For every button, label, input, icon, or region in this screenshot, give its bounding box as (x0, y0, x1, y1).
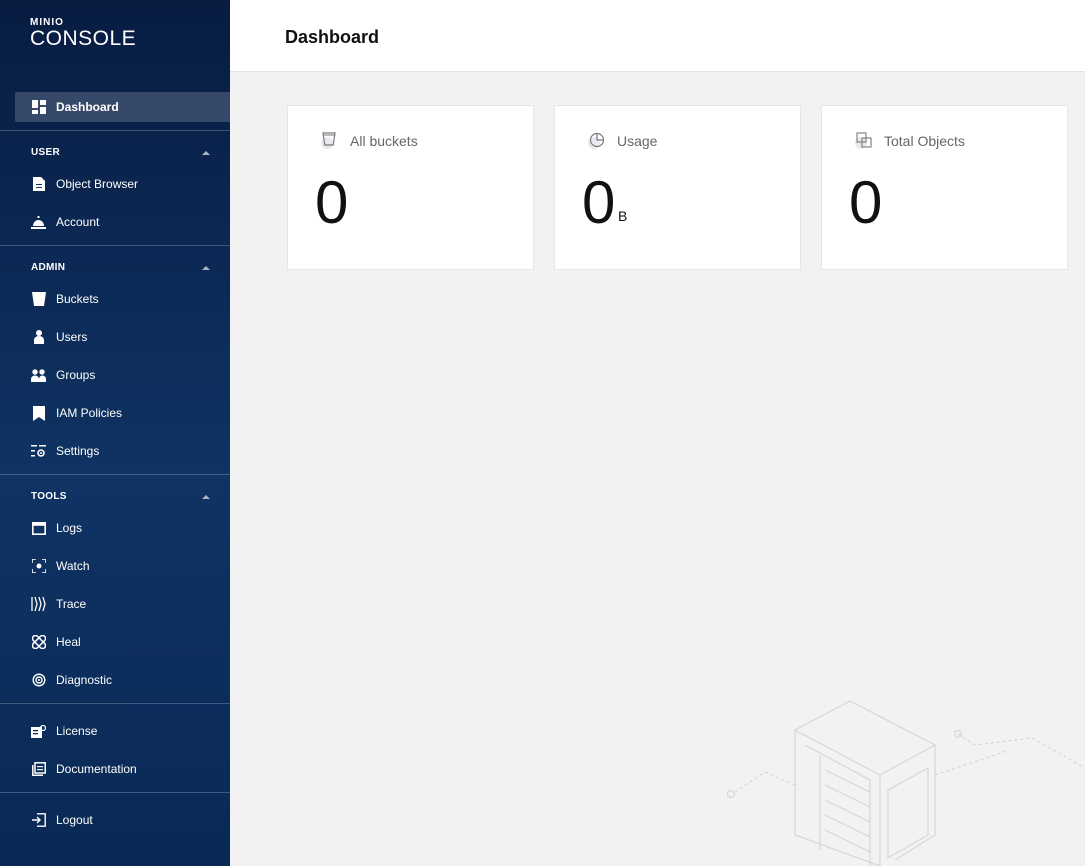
stat-card-total-objects: Total Objects 0 (821, 105, 1068, 270)
divider (0, 130, 230, 131)
section-title-tools: TOOLS (31, 491, 67, 502)
sidebar-item-label: Logs (56, 521, 83, 535)
collapse-caret-icon[interactable] (202, 266, 210, 270)
logo-product: CONSOLE (30, 27, 137, 50)
objects-icon (854, 130, 874, 150)
trace-icon (31, 597, 46, 612)
user-icon (31, 330, 46, 345)
radar-icon (31, 673, 46, 688)
sidebar: MINIO CONSOLE Dashboard USER Object Brow… (0, 0, 230, 866)
sidebar-item-label: Groups (56, 368, 96, 382)
bucket-icon (320, 130, 340, 150)
sidebar-item-label: Settings (56, 444, 100, 458)
card-label: Usage (617, 133, 658, 149)
divider (0, 474, 230, 475)
sidebar-item-trace[interactable]: Trace (0, 589, 230, 619)
logo[interactable]: MINIO CONSOLE (30, 18, 136, 50)
sidebar-item-iam-policies[interactable]: IAM Policies (0, 398, 230, 428)
sidebar-item-label: Object Browser (56, 177, 139, 191)
dashboard-icon (31, 100, 46, 115)
license-icon (31, 724, 46, 739)
stat-card-all-buckets: All buckets 0 (287, 105, 534, 270)
sidebar-item-label: Dashboard (56, 100, 119, 114)
card-label: Total Objects (884, 133, 965, 149)
card-label: All buckets (350, 133, 418, 149)
bandage-icon (31, 635, 46, 650)
sidebar-item-logout[interactable]: Logout (0, 805, 230, 835)
stat-card-usage: Usage 0 B (554, 105, 801, 270)
sidebar-item-label: Documentation (56, 762, 137, 776)
sidebar-item-label: Buckets (56, 292, 99, 306)
collapse-caret-icon[interactable] (202, 151, 210, 155)
card-value: 0 (315, 169, 349, 236)
sidebar-item-dashboard[interactable]: Dashboard (15, 92, 230, 122)
sidebar-item-label: Heal (56, 635, 81, 649)
sidebar-item-label: License (56, 724, 98, 738)
sidebar-item-buckets[interactable]: Buckets (0, 284, 230, 314)
server-illustration (726, 700, 1085, 866)
page-header: Dashboard (230, 0, 1085, 72)
divider (0, 703, 230, 704)
bookmark-icon (31, 405, 46, 421)
sidebar-item-logs[interactable]: Logs (0, 513, 230, 543)
sidebar-item-label: Diagnostic (56, 673, 113, 687)
settings-icon (31, 444, 46, 459)
sidebar-item-heal[interactable]: Heal (0, 627, 230, 657)
sidebar-item-groups[interactable]: Groups (0, 360, 230, 390)
sidebar-item-license[interactable]: License (0, 716, 230, 746)
sidebar-item-label: Users (56, 330, 88, 344)
window-icon (31, 521, 46, 536)
card-value: 0 (582, 169, 616, 236)
sidebar-item-label: Trace (56, 597, 87, 611)
sidebar-item-label: IAM Policies (56, 406, 123, 420)
file-icon (31, 177, 46, 192)
group-icon (31, 368, 46, 383)
sidebar-item-label: Watch (56, 559, 90, 573)
sidebar-item-settings[interactable]: Settings (0, 436, 230, 466)
collapse-caret-icon[interactable] (202, 495, 210, 499)
card-unit: B (618, 208, 628, 224)
sidebar-item-documentation[interactable]: Documentation (0, 754, 230, 784)
page-title: Dashboard (285, 27, 380, 47)
logout-icon (31, 813, 46, 828)
sidebar-item-account[interactable]: Account (0, 207, 230, 237)
sidebar-item-label: Account (56, 215, 100, 229)
sidebar-item-label: Logout (56, 813, 93, 827)
documentation-icon (31, 762, 46, 777)
sidebar-item-watch[interactable]: Watch (0, 551, 230, 581)
sidebar-item-users[interactable]: Users (0, 322, 230, 352)
divider (0, 792, 230, 793)
bucket-icon (31, 292, 46, 307)
sidebar-item-object-browser[interactable]: Object Browser (0, 169, 230, 199)
service-bell-icon (31, 215, 46, 230)
sidebar-item-diagnostic[interactable]: Diagnostic (0, 665, 230, 695)
section-title-user: USER (31, 147, 60, 158)
card-value: 0 (849, 169, 883, 236)
divider (0, 245, 230, 246)
section-title-admin: ADMIN (31, 262, 66, 273)
pie-chart-icon (587, 130, 607, 150)
focus-icon (31, 559, 46, 574)
